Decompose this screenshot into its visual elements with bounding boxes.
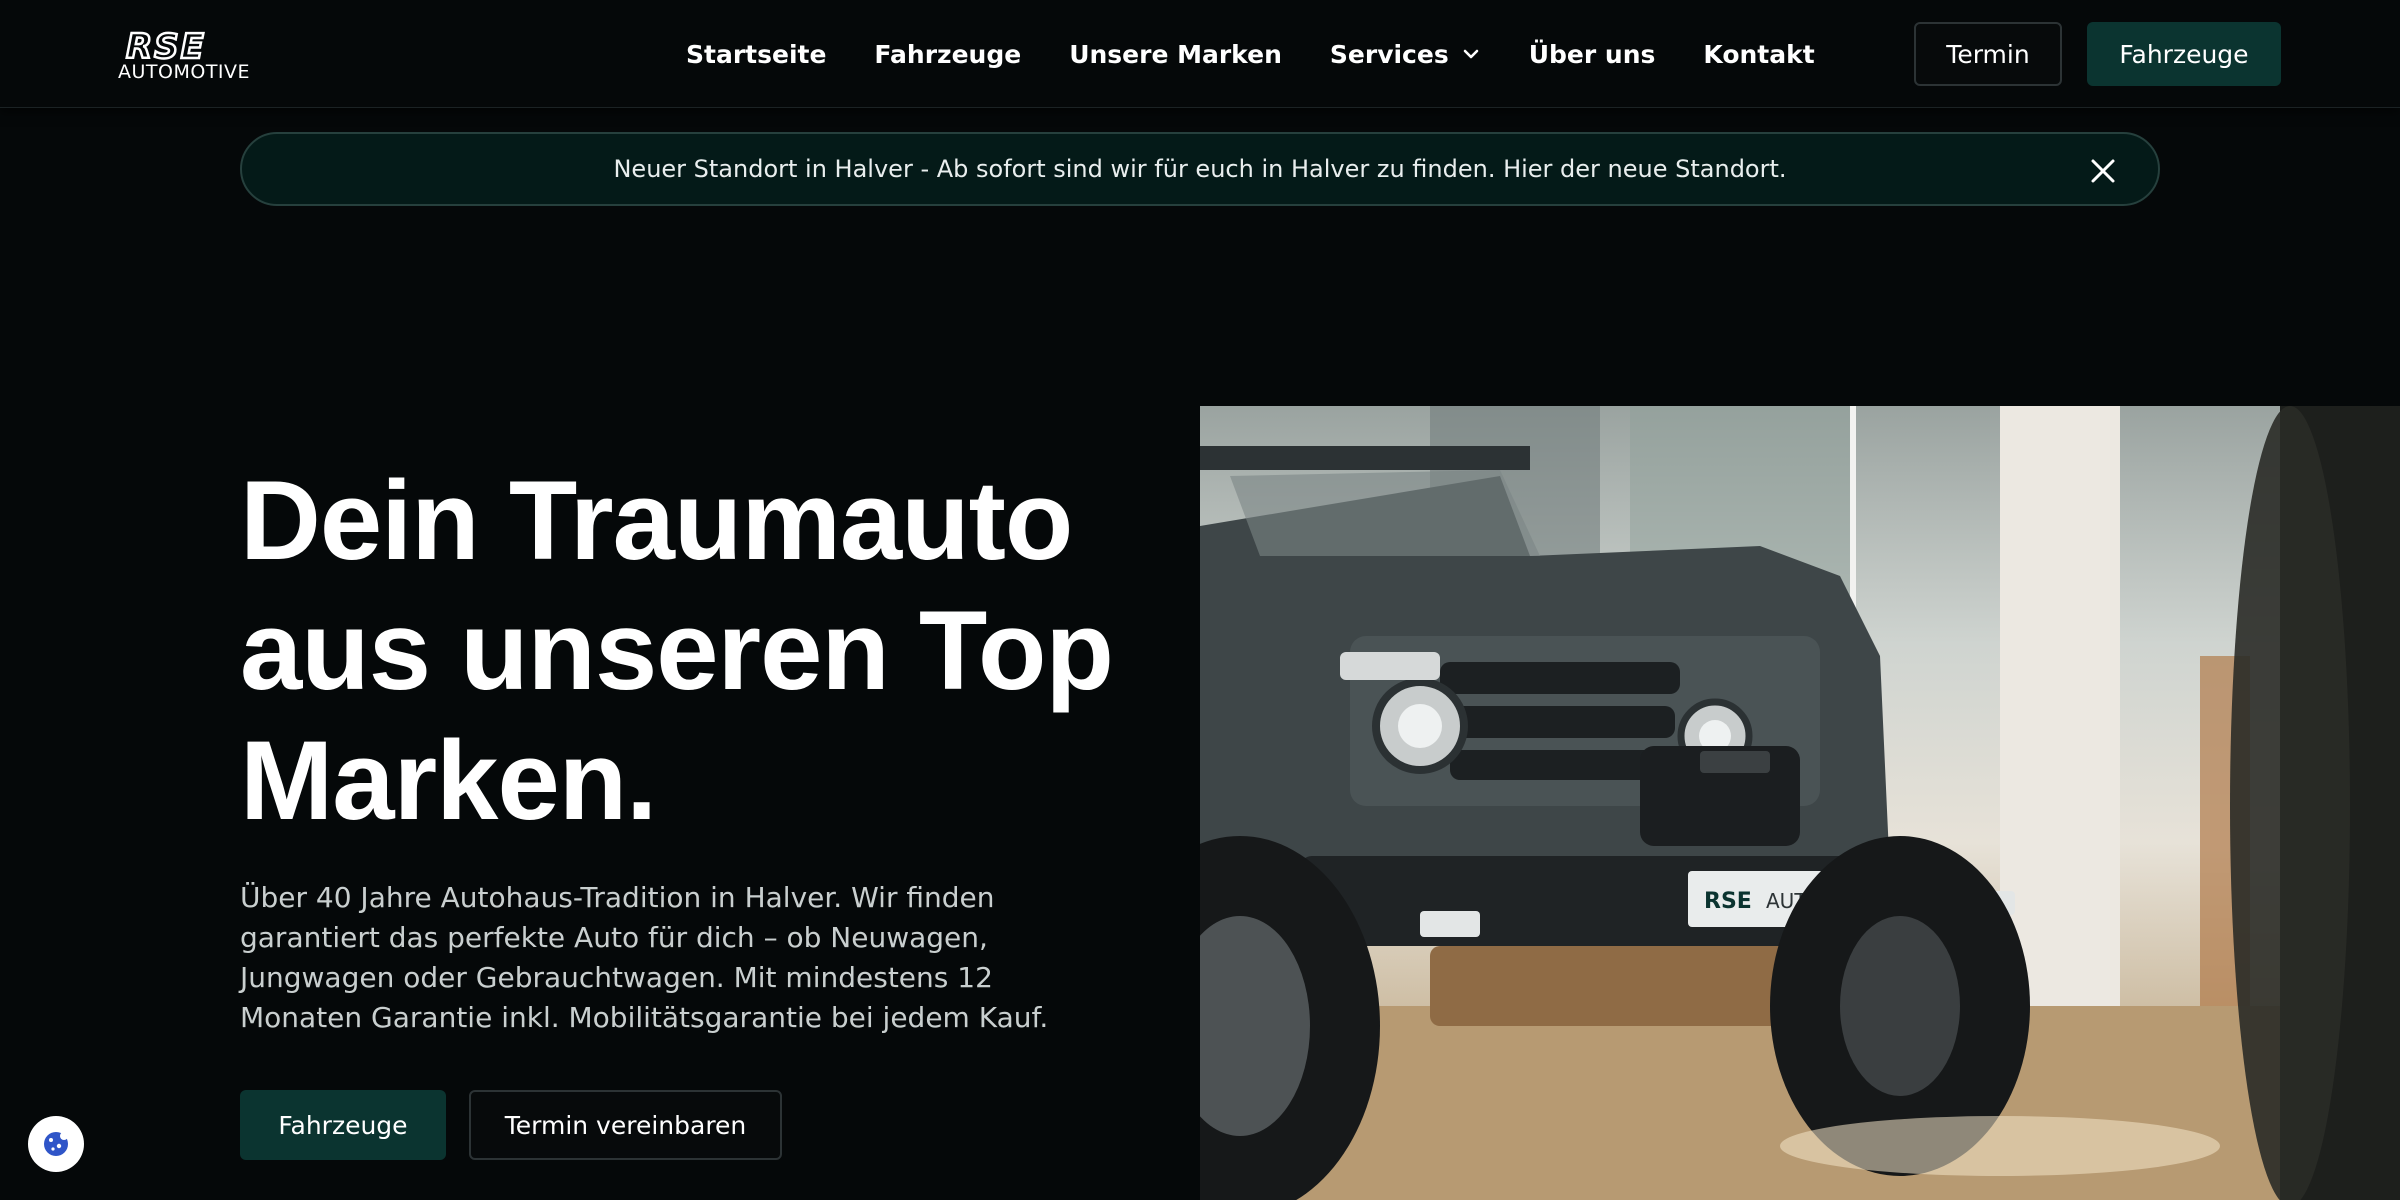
nav-unsere-marken[interactable]: Unsere Marken [1069, 40, 1282, 69]
announcement-text[interactable]: Neuer Standort in Halver - Ab sofort sin… [613, 155, 1786, 183]
chevron-down-icon [1463, 49, 1479, 59]
announcement-banner[interactable]: Neuer Standort in Halver - Ab sofort sin… [240, 132, 2160, 206]
termin-button[interactable]: Termin [1914, 22, 2062, 86]
svg-text:RSE: RSE [1704, 889, 1752, 914]
nav-label: Startseite [686, 39, 827, 69]
main-nav: Startseite Fahrzeuge Unsere Marken Servi… [686, 0, 1815, 108]
site-header: RSE AUTOMOTIVE Startseite Fahrzeuge Unse… [0, 0, 2400, 108]
nav-label: Über uns [1528, 39, 1656, 69]
nav-services[interactable]: Services [1330, 40, 1481, 69]
close-icon[interactable] [2090, 158, 2116, 184]
header-fahrzeuge-button[interactable]: Fahrzeuge [2087, 22, 2281, 86]
nav-ueber-uns[interactable]: Über uns [1529, 40, 1656, 69]
termin-vereinbaren-button[interactable]: Termin vereinbaren [469, 1090, 782, 1160]
hero-title-line: aus unseren Top [240, 588, 1114, 713]
nav-label: Services [1329, 39, 1449, 69]
hero-title-line: Dein Traumauto [240, 458, 1073, 583]
hero-title: Dein Traumauto aus unseren Top Marken. [240, 456, 1120, 846]
cookie-settings-button[interactable] [28, 1116, 84, 1172]
nav-startseite[interactable]: Startseite [686, 40, 826, 69]
hero-vehicle-image: RSE AUTOMOTIVE [1200, 406, 2400, 1200]
cookie-icon [44, 1132, 68, 1156]
nav-label: Kontakt [1703, 39, 1815, 69]
hero-title-line: Marken. [240, 718, 657, 843]
rse-automotive-logo[interactable]: RSE AUTOMOTIVE [118, 26, 290, 83]
nav-label: Fahrzeuge [874, 39, 1022, 69]
vehicle-illustration: RSE AUTOMOTIVE [1200, 406, 2400, 1200]
svg-text:AUTOMOTIVE: AUTOMOTIVE [118, 61, 250, 82]
hero-description: Über 40 Jahre Autohaus-Tradition in Halv… [240, 881, 1049, 1034]
nav-fahrzeuge[interactable]: Fahrzeuge [874, 40, 1021, 69]
nav-label: Unsere Marken [1069, 39, 1282, 69]
hero-fahrzeuge-button[interactable]: Fahrzeuge [240, 1090, 446, 1160]
nav-kontakt[interactable]: Kontakt [1703, 40, 1814, 69]
